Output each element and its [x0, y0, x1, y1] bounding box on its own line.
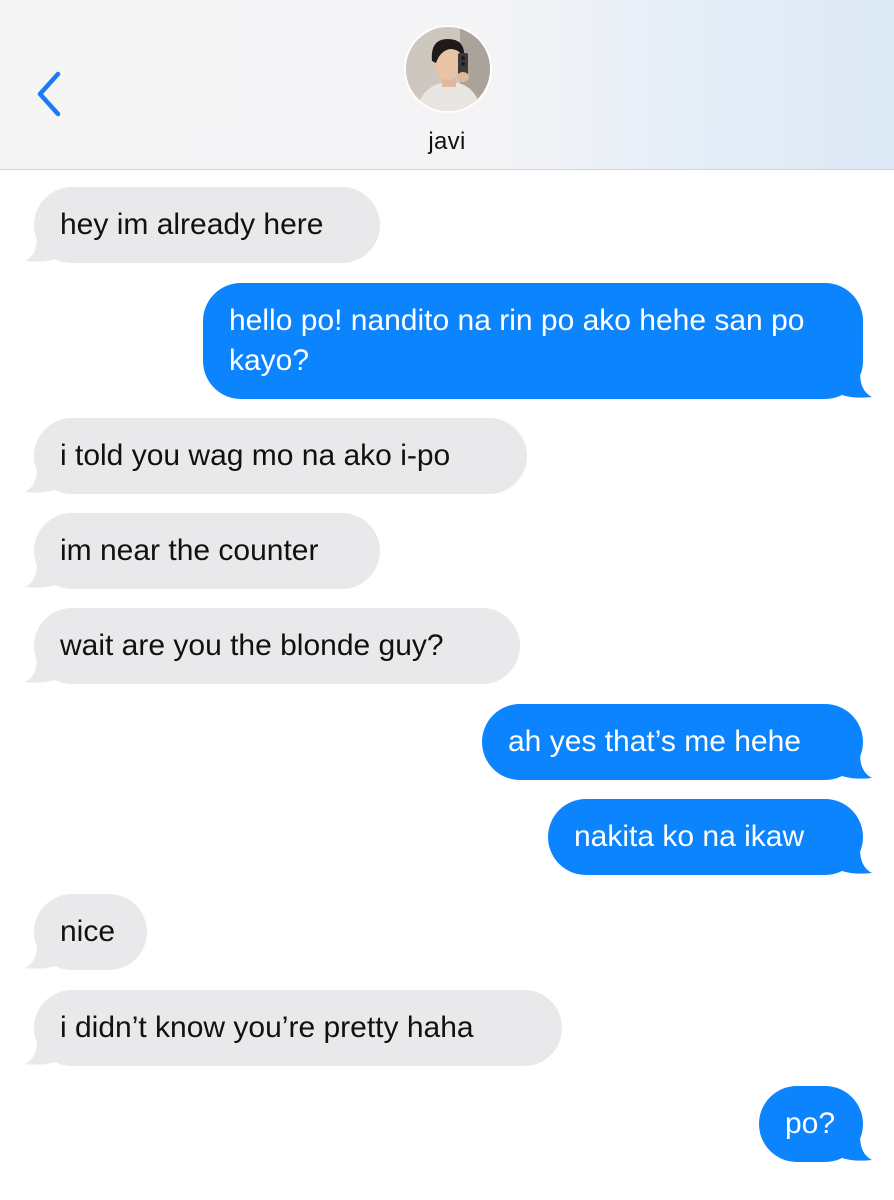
bubble-tail-icon: [842, 754, 872, 779]
message-text: ah yes that’s me hehe: [508, 725, 801, 758]
message-text: hey im already here: [60, 208, 324, 241]
received-message[interactable]: i told you wag mo na ako i-po: [25, 418, 527, 494]
message-text: i didn’t know you’re pretty haha: [60, 1011, 474, 1044]
message-text: i told you wag mo na ako i-po: [60, 439, 451, 472]
message-text: im near the counter: [60, 534, 319, 567]
message-text: nakita ko na ikaw: [574, 820, 805, 853]
sent-message[interactable]: ah yes that’s me hehe: [482, 704, 872, 780]
message-text: wait are you the blonde guy?: [60, 629, 444, 662]
received-message[interactable]: hey im already here: [25, 187, 380, 263]
bubble-tail-icon: [25, 944, 55, 969]
message-text: nice: [60, 915, 116, 948]
sent-message[interactable]: nakita ko na ikaw: [548, 799, 872, 875]
received-message[interactable]: nice: [25, 894, 147, 970]
received-message[interactable]: im near the counter: [25, 513, 380, 589]
message-text: po?: [785, 1107, 836, 1140]
contact-name[interactable]: javi: [0, 128, 894, 156]
contact-avatar-photo: [406, 27, 490, 111]
bubble-tail-icon: [25, 1040, 55, 1065]
sent-message[interactable]: po?: [759, 1086, 872, 1162]
bubble-tail-icon: [25, 658, 55, 683]
bubble-tail-icon: [842, 1136, 872, 1161]
avatar[interactable]: [406, 27, 490, 111]
received-message[interactable]: i didn’t know you’re pretty haha: [25, 990, 562, 1066]
conversation-header: javi: [0, 0, 894, 170]
bubble-tail-icon: [25, 563, 55, 588]
bubble-tail-icon: [25, 237, 55, 262]
back-button[interactable]: [30, 66, 70, 122]
chevron-left-icon: [37, 71, 61, 117]
bubble-tail-icon: [842, 849, 872, 874]
bubble-tail-icon: [25, 468, 55, 493]
received-message[interactable]: wait are you the blonde guy?: [25, 608, 520, 684]
message-text: hello po! nandito na rin po ako hehe san…: [229, 304, 805, 377]
sent-message[interactable]: hello po! nandito na rin po ako hehe san…: [203, 283, 872, 399]
bubble-tail-icon: [842, 373, 872, 398]
